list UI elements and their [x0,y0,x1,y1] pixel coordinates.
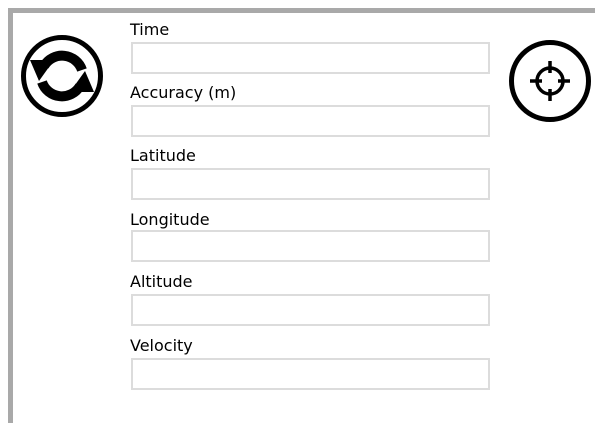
refresh-icon [30,50,94,102]
time-field[interactable] [131,42,490,74]
frame-top-border [8,8,595,13]
latitude-field[interactable] [131,168,490,200]
frame-left-border [8,8,13,423]
velocity-label: Velocity [130,336,193,355]
accuracy-field[interactable] [131,105,490,137]
locate-button[interactable] [509,40,591,122]
time-label: Time [130,20,170,39]
velocity-field[interactable] [131,358,490,390]
altitude-label: Altitude [130,272,193,291]
altitude-field[interactable] [131,294,490,326]
latitude-label: Latitude [130,146,196,165]
refresh-button[interactable] [21,35,103,117]
crosshair-icon [530,61,570,101]
longitude-field[interactable] [131,230,490,262]
accuracy-label: Accuracy (m) [130,83,237,102]
longitude-label: Longitude [130,210,210,229]
